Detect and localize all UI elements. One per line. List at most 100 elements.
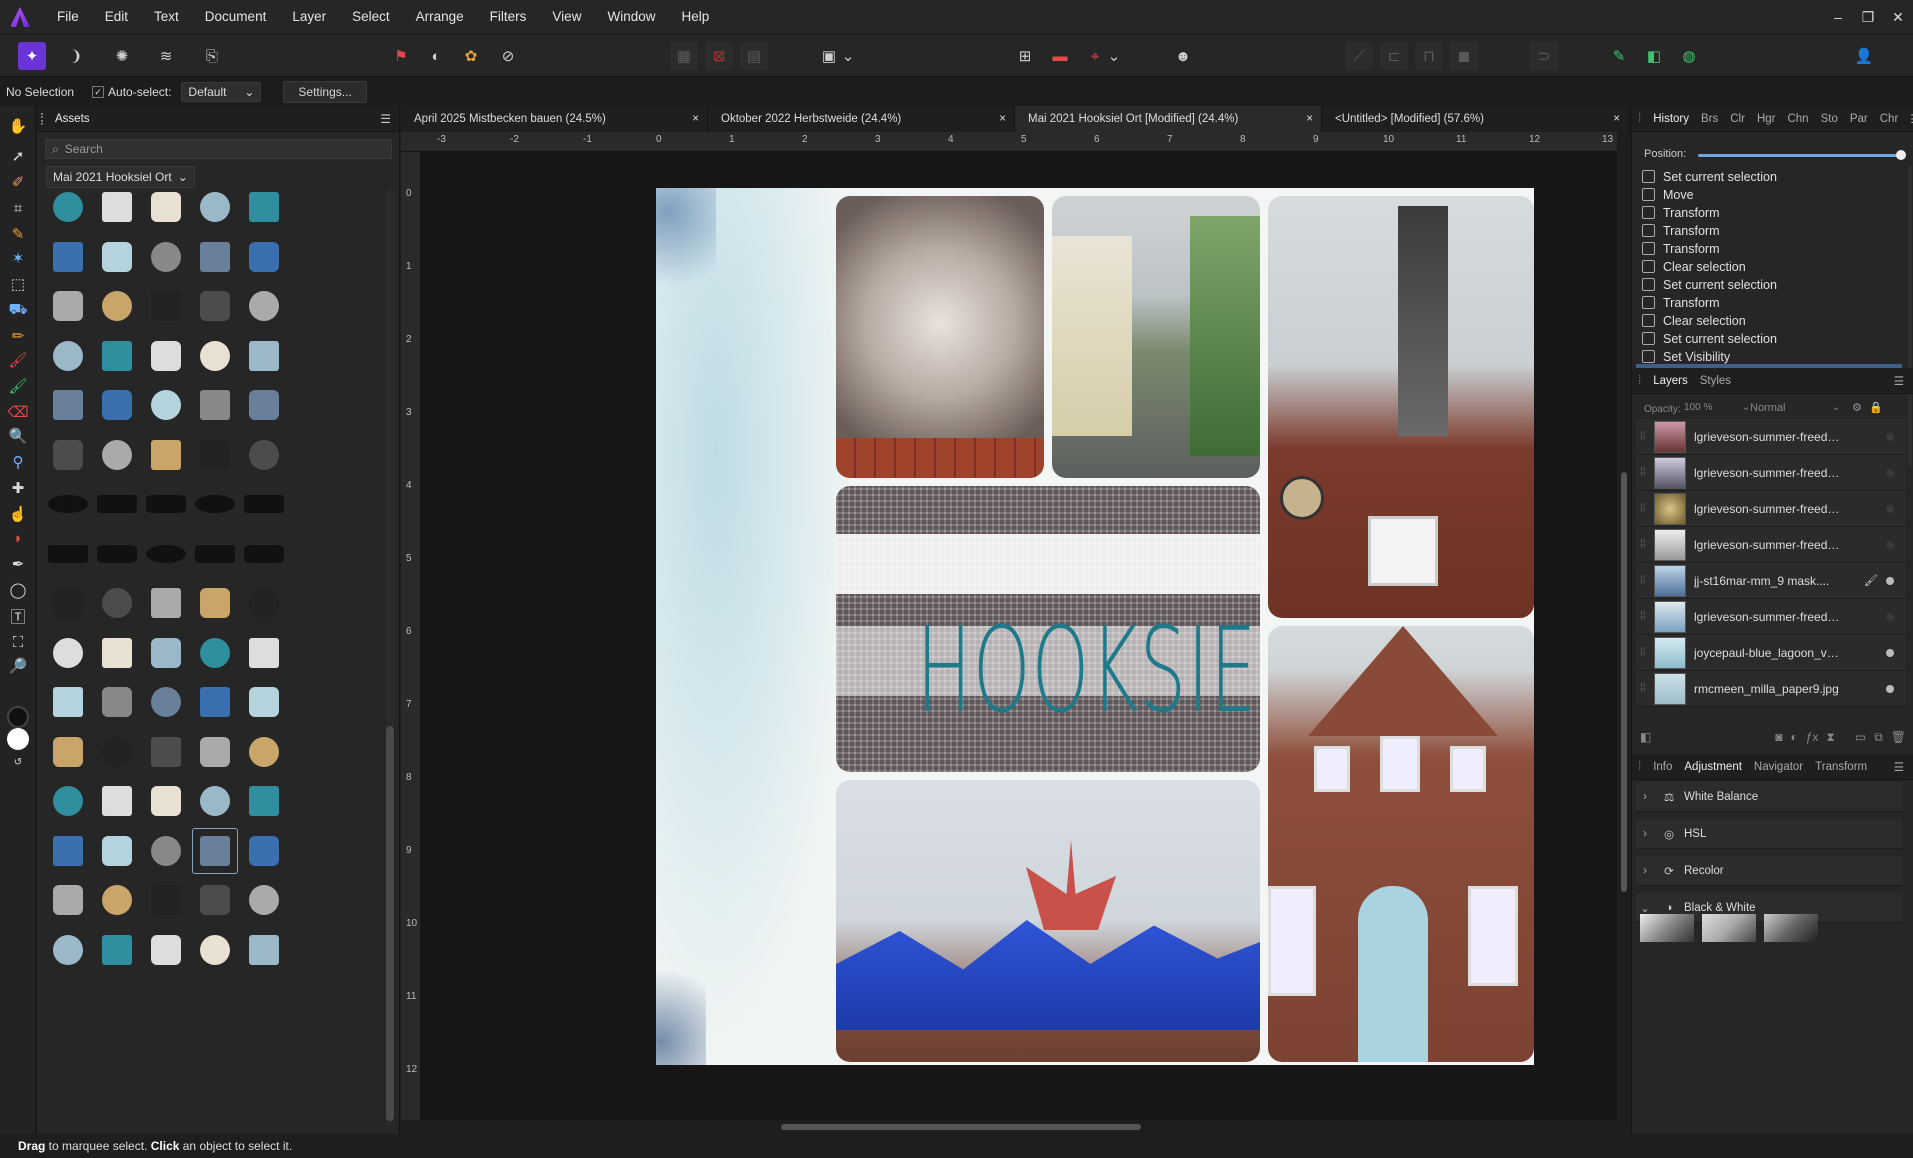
- asset-thumbnail[interactable]: [192, 234, 238, 280]
- resource-icon[interactable]: ◍: [1675, 42, 1703, 70]
- drag-handle-icon[interactable]: ⁞⁞: [1640, 575, 1646, 586]
- view-tool-hand-icon[interactable]: ✋: [6, 114, 30, 138]
- account-icon[interactable]: 👤: [1850, 42, 1878, 70]
- asset-thumbnail[interactable]: [192, 630, 238, 676]
- clip-icon[interactable]: ▬: [1046, 42, 1074, 70]
- layer-row[interactable]: ⁞⁞ rmcmeen_milla_paper9.jpg: [1636, 671, 1906, 707]
- chevron-right-icon[interactable]: ›: [1636, 791, 1654, 803]
- tab-transform[interactable]: Transform: [1809, 761, 1873, 773]
- asset-thumbnail[interactable]: [143, 729, 189, 775]
- magic-wand-tool-icon[interactable]: ✶: [6, 246, 30, 270]
- tab-oktober-2022[interactable]: Oktober 2022 Herbstweide (24.4%) ×: [708, 106, 1015, 132]
- asset-thumbnail[interactable]: [45, 927, 91, 973]
- snapping-icon[interactable]: ⌖: [1081, 42, 1109, 70]
- asset-thumbnail[interactable]: [94, 580, 140, 626]
- tab-character[interactable]: Chr: [1874, 113, 1905, 125]
- hourglass-icon[interactable]: ⧗: [1826, 730, 1834, 746]
- asset-thumbnail[interactable]: [94, 190, 140, 230]
- marquee-tool-icon[interactable]: ⬚: [6, 272, 30, 296]
- snapping-chevron-down-icon[interactable]: ⌄: [1107, 42, 1121, 70]
- asset-thumbnail[interactable]: [241, 729, 287, 775]
- adjustment-layer-icon[interactable]: ◐: [1790, 730, 1797, 746]
- asset-thumbnail[interactable]: [192, 531, 238, 577]
- brush-tool-icon[interactable]: 🖌: [6, 348, 30, 372]
- color-picker-tool-icon[interactable]: ✎: [6, 222, 30, 246]
- layer-row[interactable]: ⁞⁞ joycepaul-blue_lagoon_v2-...: [1636, 635, 1906, 671]
- asset-thumbnail[interactable]: [45, 679, 91, 725]
- tab-styles[interactable]: Styles: [1694, 375, 1737, 387]
- chevron-right-icon[interactable]: ›: [1636, 828, 1654, 840]
- horizontal-ruler[interactable]: -3 -2 -1 0 1 2 3 4 5 6 7 8 9 10 11 12 13: [401, 132, 1631, 152]
- menu-file[interactable]: File: [44, 0, 92, 34]
- asset-thumbnail[interactable]: [45, 333, 91, 379]
- grip-icon[interactable]: ⁞: [1632, 375, 1647, 387]
- auto-select-checkbox[interactable]: ✓: [92, 85, 105, 98]
- asset-thumbnail[interactable]: [94, 531, 140, 577]
- vertical-ruler[interactable]: 0 1 2 3 4 5 6 7 8 9 10 11 12: [401, 152, 421, 1120]
- asset-thumbnail[interactable]: [45, 580, 91, 626]
- menu-view[interactable]: View: [539, 0, 594, 34]
- scroll-thumb[interactable]: [1621, 472, 1627, 892]
- grip-icon[interactable]: ⁞: [1632, 761, 1647, 773]
- asset-thumbnail[interactable]: [143, 778, 189, 824]
- asset-thumbnail[interactable]: [45, 778, 91, 824]
- adjustment-item[interactable]: › ⚖ White Balance: [1636, 782, 1902, 812]
- pin-icon[interactable]: ⊓: [1415, 42, 1443, 70]
- tab-navigator[interactable]: Navigator: [1748, 761, 1809, 773]
- asset-thumbnail[interactable]: [192, 481, 238, 527]
- visibility-dot-icon[interactable]: [1886, 432, 1894, 441]
- text-wrap-icon[interactable]: ⊏: [1380, 42, 1408, 70]
- visibility-dot-icon[interactable]: [1886, 504, 1894, 513]
- opacity-value[interactable]: 100 %: [1684, 402, 1712, 413]
- asset-thumbnail[interactable]: [241, 283, 287, 329]
- asset-thumbnail[interactable]: [143, 432, 189, 478]
- master-icon[interactable]: ◼: [1450, 42, 1478, 70]
- zoom-tool-icon[interactable]: 🔍: [6, 424, 30, 448]
- scroll-thumb[interactable]: [781, 1124, 1141, 1130]
- asset-thumbnail[interactable]: [241, 828, 287, 874]
- asset-thumbnail[interactable]: [94, 481, 140, 527]
- tab-color[interactable]: Clr: [1724, 113, 1751, 125]
- bw-preset-thumbnail[interactable]: [1702, 914, 1756, 942]
- asset-thumbnail[interactable]: [192, 382, 238, 428]
- asset-thumbnail[interactable]: [192, 190, 238, 230]
- stroke-color-swatch[interactable]: [7, 706, 29, 728]
- asset-thumbnail[interactable]: [143, 531, 189, 577]
- node-tool-icon[interactable]: ✐: [6, 170, 30, 194]
- menu-edit[interactable]: Edit: [92, 0, 141, 34]
- panel-menu-icon[interactable]: ☰: [380, 112, 391, 126]
- asset-thumbnail[interactable]: [45, 234, 91, 280]
- assets-scroll-thumb[interactable]: [386, 726, 394, 1121]
- lock-icon[interactable]: 🔒: [1869, 401, 1883, 414]
- auto-select-dropdown[interactable]: Default ⌄: [181, 81, 262, 102]
- assets-search-input[interactable]: ⌕ Search: [45, 139, 392, 159]
- asset-thumbnail[interactable]: [192, 927, 238, 973]
- visibility-dot-icon[interactable]: [1886, 468, 1894, 477]
- asset-thumbnail[interactable]: [143, 679, 189, 725]
- grip-icon[interactable]: [41, 112, 47, 125]
- asset-thumbnail[interactable]: [94, 234, 140, 280]
- asset-thumbnail[interactable]: [143, 234, 189, 280]
- group-icon[interactable]: ▭: [1855, 730, 1866, 746]
- color-wheel-icon[interactable]: ✿: [457, 42, 485, 70]
- asset-thumbnail[interactable]: [192, 729, 238, 775]
- clone-tool-icon[interactable]: ⚲: [6, 450, 30, 474]
- drag-handle-icon[interactable]: ⁞⁞: [1640, 647, 1646, 658]
- link-icon[interactable]: ⊃: [1530, 42, 1558, 70]
- settings-button[interactable]: Settings...: [283, 80, 367, 103]
- bw-preset-thumbnail[interactable]: [1764, 914, 1818, 942]
- bw-preset-thumbnail[interactable]: [1640, 914, 1694, 942]
- history-scrollbar[interactable]: [1908, 166, 1912, 466]
- asset-thumbnail[interactable]: [94, 877, 140, 923]
- photo-church-tower[interactable]: [1268, 196, 1534, 618]
- menu-layer[interactable]: Layer: [279, 0, 339, 34]
- chevron-right-icon[interactable]: ›: [1636, 865, 1654, 877]
- comment-icon[interactable]: ✎: [1605, 42, 1633, 70]
- assistant-icon[interactable]: ☻: [1169, 42, 1197, 70]
- delete-layer-icon[interactable]: 🗑: [1891, 730, 1906, 746]
- asset-thumbnail[interactable]: [143, 190, 189, 230]
- asset-thumbnail[interactable]: [143, 927, 189, 973]
- new-layer-icon[interactable]: ⧉: [1874, 730, 1883, 746]
- table-tool-icon[interactable]: ⛶: [6, 630, 30, 654]
- tab-histogram[interactable]: Hgr: [1751, 113, 1782, 125]
